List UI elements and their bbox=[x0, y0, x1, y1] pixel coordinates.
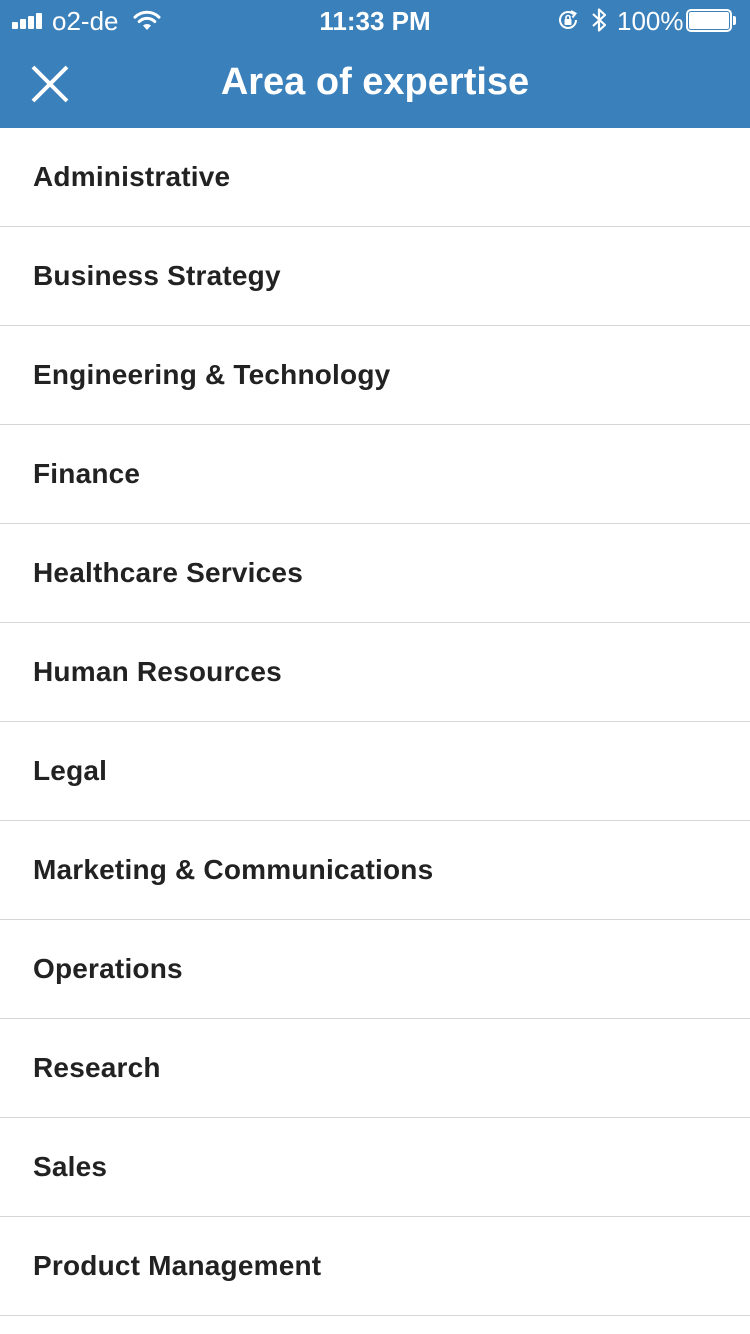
page-title: Area of expertise bbox=[220, 61, 530, 103]
list-item-label: Product Management bbox=[33, 1250, 322, 1281]
list-item[interactable]: Marketing & Communications bbox=[0, 821, 750, 920]
list-item-label: Healthcare Services bbox=[33, 557, 303, 588]
nav-bar: Area of expertise bbox=[0, 40, 750, 128]
list-item-label: Research bbox=[33, 1052, 161, 1083]
list-item[interactable]: Product Management bbox=[0, 1217, 750, 1316]
list-item[interactable]: Healthcare Services bbox=[0, 524, 750, 623]
list-item[interactable]: Finance bbox=[0, 425, 750, 524]
list-item-label: Human Resources bbox=[33, 656, 282, 687]
list-item-label: Administrative bbox=[33, 161, 231, 192]
list-item[interactable]: Human Resources bbox=[0, 623, 750, 722]
list-item-label: Business Strategy bbox=[33, 260, 281, 291]
expertise-list: Administrative Business Strategy Engineeri… bbox=[0, 128, 750, 1316]
list-item-label: Sales bbox=[33, 1151, 108, 1182]
list-item[interactable]: Engineering & Technology bbox=[0, 326, 750, 425]
list-item[interactable]: Operations bbox=[0, 920, 750, 1019]
close-icon bbox=[31, 65, 69, 103]
list-item-label: Engineering & Technology bbox=[33, 359, 391, 390]
list-item-label: Marketing & Communications bbox=[33, 854, 434, 885]
bluetooth-icon bbox=[592, 8, 607, 32]
status-bar: o2-de 11:33 PM 100% bbox=[0, 0, 750, 40]
list-item[interactable]: Administrative bbox=[0, 128, 750, 227]
top-bar: o2-de 11:33 PM 100% Area of expertise bbox=[0, 0, 750, 128]
close-button[interactable] bbox=[26, 62, 74, 110]
screen: o2-de 11:33 PM 100% Area of expertise Ad… bbox=[0, 0, 750, 1334]
battery-icon bbox=[686, 9, 736, 32]
list-item[interactable]: Legal bbox=[0, 722, 750, 821]
list-item-label: Finance bbox=[33, 458, 141, 489]
rotation-lock-icon bbox=[559, 10, 577, 29]
list-item[interactable]: Sales bbox=[0, 1118, 750, 1217]
list-item[interactable]: Research bbox=[0, 1019, 750, 1118]
list-item[interactable]: Business Strategy bbox=[0, 227, 750, 326]
list-item-label: Operations bbox=[33, 953, 183, 984]
battery-percentage: 100% bbox=[617, 6, 684, 36]
list-item-label: Legal bbox=[33, 755, 108, 786]
